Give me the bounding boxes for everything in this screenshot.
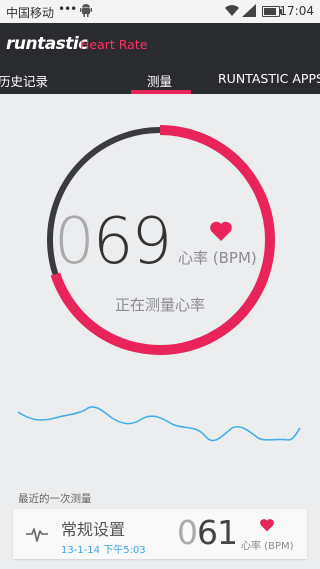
status-bar: 中国移动 ••• 17:04	[0, 0, 320, 23]
pulse-waveform	[17, 406, 301, 442]
clock: 17:04	[279, 4, 314, 18]
recent-title: 常规设置	[61, 520, 126, 539]
pulse-icon	[26, 528, 48, 542]
wifi-icon	[225, 5, 239, 16]
android-icon	[80, 4, 92, 17]
measuring-status: 正在测量心率	[114, 296, 205, 314]
bpm-leading-zero: 0	[54, 205, 95, 279]
tab-bar: 历史记录 测量 RUNTASTIC APPS	[0, 66, 320, 94]
signal-icon	[242, 4, 256, 17]
brand-logo: runtastic	[6, 34, 88, 54]
tab-history[interactable]: 历史记录	[0, 71, 48, 90]
recent-bpm-digits: 61	[197, 513, 238, 552]
recent-date: 13-1-14 下午5:03	[61, 545, 146, 556]
recent-measurement-label: 最近的一次测量	[18, 493, 92, 505]
notification-dots: •••	[58, 2, 77, 16]
bpm-digits: 69	[92, 205, 172, 279]
carrier-name: 中国移动	[6, 6, 55, 20]
recent-measurement-card[interactable]: 常规设置 13-1-14 下午5:03 061 心率 (BPM)	[13, 509, 307, 559]
app-subtitle: Heart Rate	[80, 37, 148, 52]
current-bpm: 069	[54, 205, 172, 279]
recent-unit-label: 心率 (BPM)	[241, 541, 294, 552]
tab-measure[interactable]: 测量	[147, 71, 172, 90]
recent-heart-icon	[260, 519, 274, 532]
recent-bpm: 061	[177, 513, 238, 552]
battery-icon	[262, 6, 282, 17]
app-bar: runtastic Heart Rate	[0, 23, 320, 66]
tab-runtastic-apps[interactable]: RUNTASTIC APPS	[218, 71, 320, 86]
recent-bpm-leading-zero: 0	[177, 513, 198, 552]
bpm-unit-label: 心率 (BPM)	[178, 249, 257, 267]
heart-icon	[210, 221, 232, 241]
